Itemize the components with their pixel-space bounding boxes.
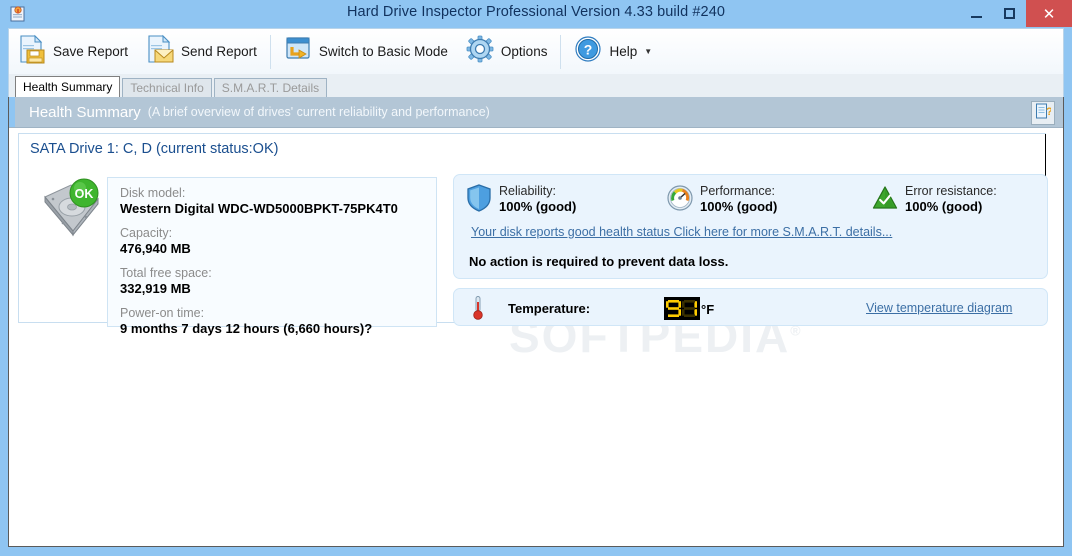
help-icon: ? [574, 35, 602, 68]
free-space-value: 332,919 MB [120, 281, 191, 296]
smart-details-link[interactable]: Your disk reports good health status Cli… [471, 225, 892, 239]
thermometer-icon [471, 295, 485, 321]
minimize-button[interactable] [960, 0, 993, 27]
power-on-time-value: 9 months 7 days 12 hours (6,660 hours)? [120, 321, 373, 336]
temperature-label: Temperature: [508, 301, 591, 316]
gauge-icon [667, 184, 693, 212]
metric-reliability-text: Reliability: 100% (good) [499, 184, 576, 215]
reliability-value: 100% (good) [499, 199, 577, 214]
metric-reliability: Reliability: 100% (good) [466, 184, 576, 215]
save-report-icon [18, 34, 46, 69]
send-report-icon [146, 34, 174, 69]
hard-drive-icon: OK [41, 177, 105, 239]
metric-performance-text: Performance: 100% (good) [700, 184, 777, 215]
window-controls: ✕ [960, 0, 1072, 27]
panel-scroll-edge [1045, 134, 1046, 179]
error-resistance-value: 100% (good) [905, 199, 983, 214]
metric-performance: Performance: 100% (good) [667, 184, 777, 215]
send-report-label: Send Report [181, 44, 257, 59]
capacity-label: Capacity: [120, 226, 173, 240]
disk-model-value: Western Digital WDC-WD5000BPKT-75PK4T0 [120, 201, 398, 216]
gear-icon [466, 35, 494, 68]
save-report-label: Save Report [53, 44, 129, 59]
page-subtitle: (A brief overview of drives' current rel… [147, 105, 490, 119]
metrics-box: Reliability: 100% (good) Performance: 10… [453, 174, 1048, 279]
switch-mode-icon [284, 34, 312, 69]
svg-text:?: ? [1046, 106, 1051, 118]
save-report-button[interactable]: Save Report [9, 31, 137, 73]
minimize-icon [971, 16, 982, 18]
disk-model-label: Disk model: [120, 186, 186, 200]
tab-technical-info[interactable]: Technical Info [122, 78, 212, 97]
switch-to-basic-mode-label: Switch to Basic Mode [318, 44, 448, 59]
drive-panel: SATA Drive 1: C, D (current status:OK) O… [18, 133, 1048, 362]
triangle-check-icon [872, 184, 898, 212]
disk-info-box: Disk model: Western Digital WDC-WD5000BP… [107, 177, 437, 336]
drive-title: SATA Drive 1: C, D (current status:OK) [30, 141, 279, 157]
document-question-icon: ? [1035, 103, 1053, 124]
section-accent-bar [9, 97, 15, 127]
temperature-lcd-display [664, 297, 700, 320]
send-report-button[interactable]: Send Report [137, 31, 266, 73]
close-button[interactable]: ✕ [1026, 0, 1072, 27]
svg-text:?: ? [584, 42, 593, 58]
error-resistance-label: Error resistance: [905, 184, 997, 198]
options-label: Options [500, 44, 548, 59]
temperature-unit: °F [701, 302, 715, 317]
section-help-button[interactable]: ? [1031, 101, 1055, 125]
toolbar-separator-2 [560, 34, 562, 69]
maximize-icon [1004, 8, 1015, 19]
temperature-box: Temperature: °F View temperature diagram [453, 288, 1048, 326]
application-window: Hard Drive Inspector Professional Versio… [0, 0, 1072, 556]
capacity-value: 476,940 MB [120, 241, 191, 256]
chevron-down-icon[interactable]: ▼ [644, 47, 652, 56]
options-button[interactable]: Options [457, 31, 557, 73]
no-action-text: No action is required to prevent data lo… [469, 254, 729, 269]
help-button[interactable]: ? Help ▼ [565, 31, 661, 73]
window-title: Hard Drive Inspector Professional Versio… [346, 4, 726, 20]
performance-value: 100% (good) [700, 199, 778, 214]
section-header: Health Summary (A brief overview of driv… [9, 97, 1063, 128]
shield-icon [466, 184, 492, 212]
tab-smart-details[interactable]: S.M.A.R.T. Details [213, 78, 328, 97]
page-title: Health Summary [29, 103, 141, 121]
content-area: Health Summary (A brief overview of driv… [8, 97, 1064, 547]
metric-error-resistance: Error resistance: 100% (good) [872, 184, 997, 215]
performance-label: Performance: [700, 184, 776, 198]
tab-strip: Health Summary Technical Info S.M.A.R.T.… [8, 74, 1064, 97]
power-on-time-label: Power-on time: [120, 306, 205, 320]
view-temperature-diagram-link[interactable]: View temperature diagram [866, 301, 1012, 315]
maximize-button[interactable] [993, 0, 1026, 27]
reliability-label: Reliability: [499, 184, 556, 198]
free-space-label: Total free space: [120, 266, 212, 280]
toolbar-separator-1 [269, 34, 271, 69]
help-label: Help [609, 44, 638, 59]
switch-to-basic-mode-button[interactable]: Switch to Basic Mode [275, 31, 457, 73]
metric-error-resistance-text: Error resistance: 100% (good) [905, 184, 997, 215]
svg-text:OK: OK [75, 187, 94, 201]
toolbar: Save Report Send Report Switch to Basic … [8, 28, 1064, 74]
tab-health-summary[interactable]: Health Summary [15, 76, 121, 97]
title-bar: Hard Drive Inspector Professional Versio… [0, 0, 1072, 27]
lcd-digits [666, 300, 697, 317]
